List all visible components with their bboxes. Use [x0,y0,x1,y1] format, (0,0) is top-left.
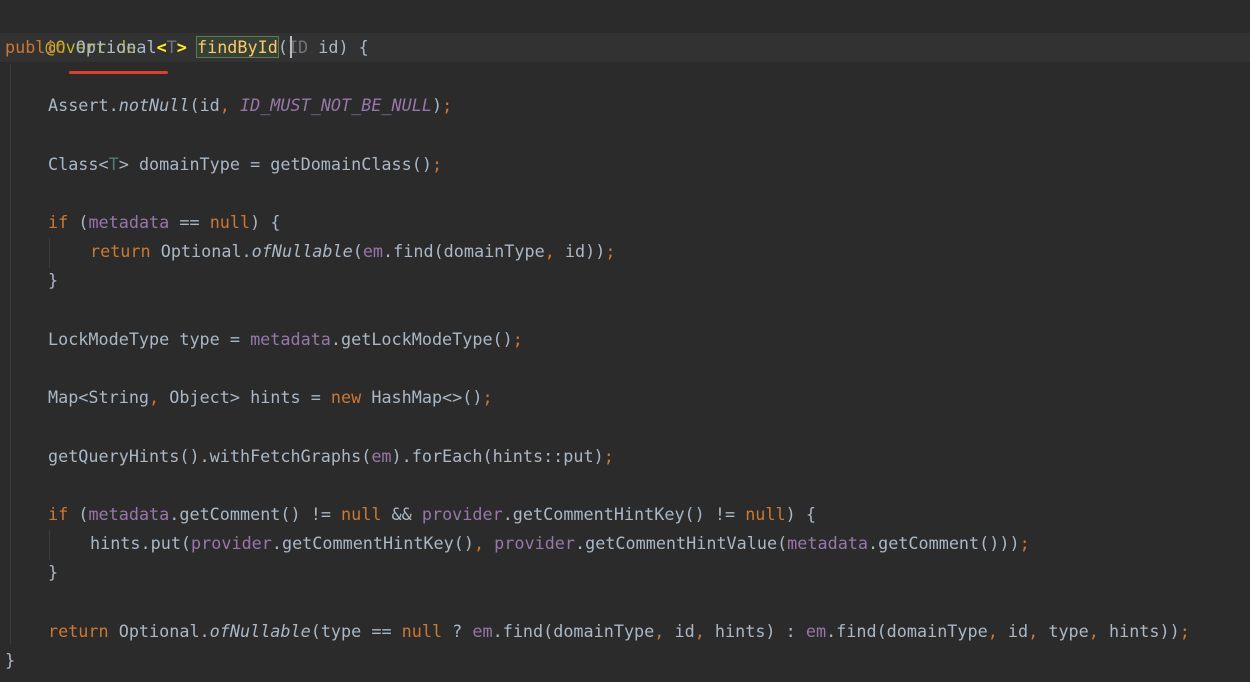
keyword-public: public [5,37,66,57]
method-name-findById[interactable]: findById [196,36,279,58]
code-line: Map<String, Object> hints = new HashMap<… [48,387,493,407]
code-line: if (metadata.getComment() != null && pro… [48,504,816,524]
constant-id-must-not-be-null[interactable]: ID_MUST_NOT_BE_NULL [230,95,432,115]
indent-guide [49,530,50,560]
code-line: @Override [5,4,136,57]
code-line: Assert.notNull(id, ID_MUST_NOT_BE_NULL); [48,95,453,115]
code-line: } [48,562,59,582]
paren-open: ( [277,37,288,57]
field-em[interactable]: em [363,241,383,261]
type-bracket-open: < [156,37,167,57]
indent-guide [10,64,11,644]
field-metadata[interactable]: metadata [88,212,169,232]
code-line: getQueryHints().withFetchGraphs(em).forE… [48,446,614,466]
indent-guide [49,238,50,268]
code-line: hints.put(provider.getCommentHintKey(), … [90,533,1030,553]
code-line: if (metadata == null) { [48,212,281,232]
text-caret [290,36,292,58]
code-line: } [48,270,59,290]
method-notNull[interactable]: notNull [119,95,190,115]
code-line: Class<T> domainType = getDomainClass(); [48,154,443,174]
code-line: LockModeType type = metadata.getLockMode… [48,329,523,349]
red-underline-annotation [69,71,168,74]
return-type[interactable]: Optional [76,37,157,57]
param-name: id) { [308,37,369,57]
type-param: T [166,37,177,57]
code-editor[interactable]: @Override public Optional<T> findById(ID… [0,0,1250,682]
code-line-method-signature: public Optional<T> findById(ID id) { [5,33,369,62]
code-line: } [5,650,16,670]
type-bracket-close: > [176,37,187,57]
code-line: return Optional.ofNullable(em.find(domai… [90,241,616,261]
code-line: return Optional.ofNullable(type == null … [48,621,1190,641]
